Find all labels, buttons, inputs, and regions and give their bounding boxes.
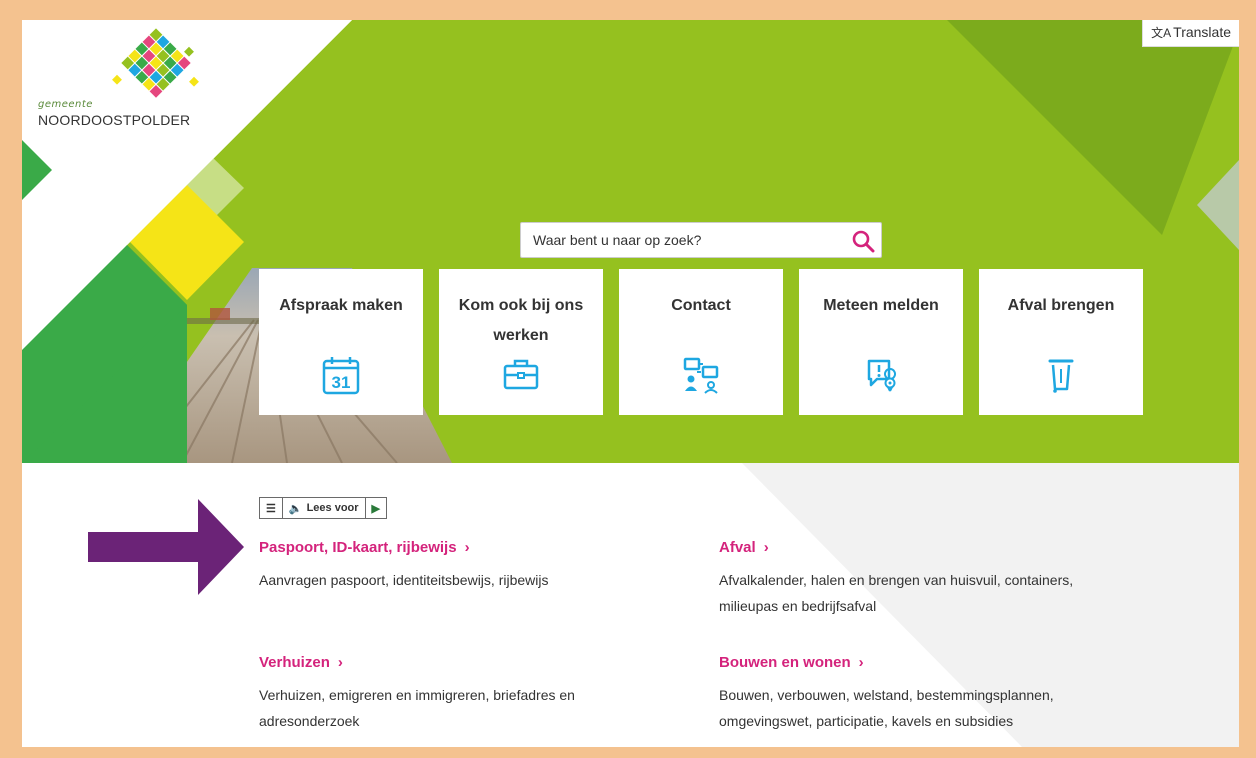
section-title: Verhuizen bbox=[259, 654, 330, 671]
report-location-icon bbox=[867, 359, 896, 392]
chevron-right-icon: › bbox=[337, 654, 343, 671]
read-aloud-label: Lees voor bbox=[306, 502, 359, 514]
trash-bin-icon bbox=[1048, 359, 1074, 393]
section-description: Aanvragen paspoort, identiteitsbewijs, r… bbox=[259, 572, 549, 588]
contact-icon bbox=[683, 357, 719, 394]
section-link-verhuizen[interactable]: Verhuizen › bbox=[259, 654, 343, 671]
content-area: ☰ 🔈 Lees voor ▶ Paspoort, ID-kaart, rijb… bbox=[22, 463, 1239, 747]
readspeaker-bar: ☰ 🔈 Lees voor ▶ bbox=[259, 497, 388, 519]
section-title: Paspoort, ID-kaart, rijbewijs bbox=[259, 539, 457, 556]
logo-subtitle: gemeente bbox=[38, 99, 93, 110]
menu-icon[interactable]: ☰ bbox=[260, 498, 283, 518]
tile-afval-brengen[interactable]: Afval brengen bbox=[979, 269, 1143, 415]
section-title: Afval bbox=[719, 539, 756, 556]
speaker-icon: 🔈 bbox=[288, 502, 303, 515]
chevron-right-icon: › bbox=[464, 539, 470, 556]
section-description: Verhuizen, emigreren en immigreren, brie… bbox=[259, 687, 575, 729]
hero-banner: gemeente NOORDOOSTPOLDER 文ATranslate Afs… bbox=[22, 20, 1239, 463]
tile-meteen-melden[interactable]: Meteen melden bbox=[799, 269, 963, 415]
browser-viewport: gemeente NOORDOOSTPOLDER 文ATranslate Afs… bbox=[22, 20, 1239, 747]
chevron-right-icon: › bbox=[858, 654, 864, 671]
tile-kom-ook-bij-ons-werken[interactable]: Kom ook bij ons werken bbox=[439, 269, 603, 415]
section-title: Bouwen en wonen bbox=[719, 654, 851, 671]
calendar-day: 31 bbox=[332, 373, 351, 392]
search-icon[interactable] bbox=[851, 229, 875, 253]
logo-name[interactable]: NOORDOOSTPOLDER bbox=[38, 112, 190, 128]
tile-label: Contact bbox=[671, 297, 731, 314]
tile-label: Kom ook bij ons werken bbox=[458, 297, 584, 344]
section-description: Bouwen, verbouwen, welstand, bestemmings… bbox=[719, 687, 1054, 729]
translate-icon: 文A bbox=[1151, 26, 1172, 40]
annotation-arrow-icon bbox=[88, 499, 244, 595]
calendar-icon: 31 bbox=[322, 357, 360, 395]
section-link-bouwen-en-wonen[interactable]: Bouwen en wonen › bbox=[719, 654, 864, 671]
translate-button[interactable]: 文A Translate bbox=[1142, 20, 1239, 47]
play-icon[interactable]: ▶ bbox=[366, 498, 386, 518]
search-box bbox=[520, 222, 882, 258]
section-link-paspoort[interactable]: Paspoort, ID-kaart, rijbewijs › bbox=[259, 539, 470, 556]
tile-afspraak-maken[interactable]: Afspraak maken 31 bbox=[259, 269, 423, 415]
chevron-right-icon: › bbox=[763, 539, 769, 556]
tile-label: Afspraak maken bbox=[279, 297, 403, 314]
briefcase-icon bbox=[503, 359, 539, 390]
search-input[interactable] bbox=[521, 223, 853, 257]
section-description: Afvalkalender, halen en brengen van huis… bbox=[719, 572, 1074, 614]
tile-contact[interactable]: Contact bbox=[619, 269, 783, 415]
section-link-afval[interactable]: Afval › bbox=[719, 539, 769, 556]
tile-label: Afval brengen bbox=[1007, 297, 1115, 314]
tile-label: Meteen melden bbox=[823, 297, 939, 314]
translate-label: Translate bbox=[1173, 24, 1231, 40]
read-aloud-button[interactable]: 🔈 Lees voor bbox=[283, 498, 366, 518]
